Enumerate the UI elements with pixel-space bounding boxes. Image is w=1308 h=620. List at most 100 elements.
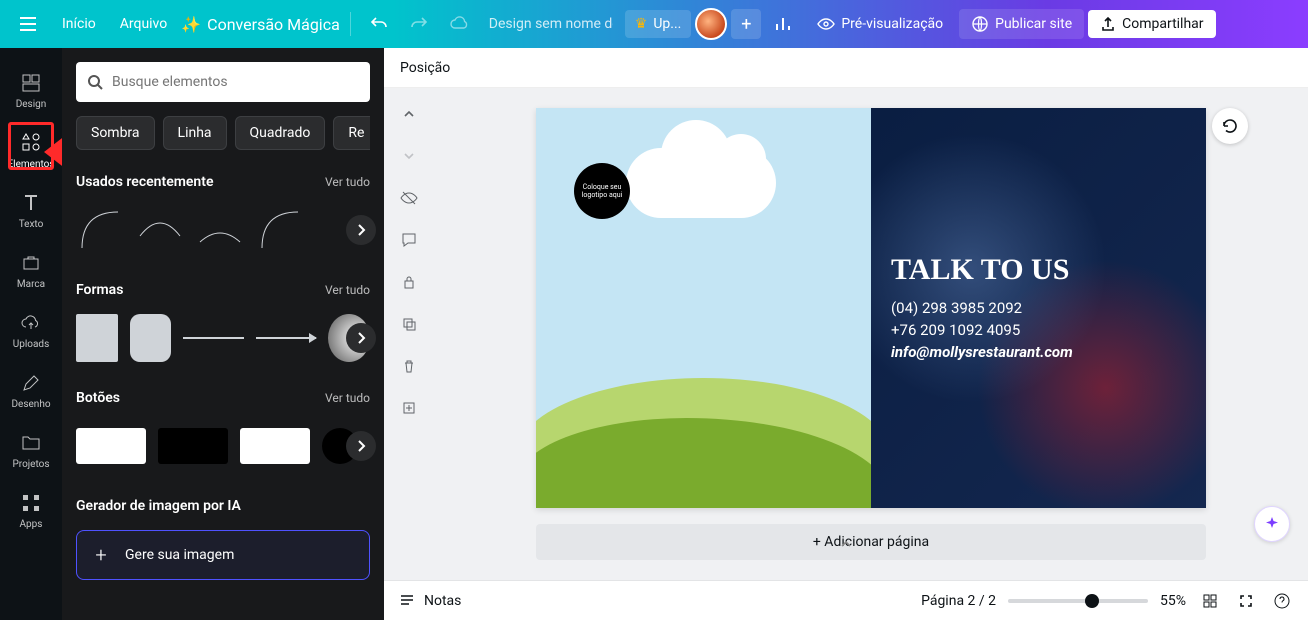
add-page-button[interactable]: + Adicionar página [536,524,1206,560]
shapes-next[interactable] [346,323,376,353]
leftnav-text-label: Texto [19,219,44,230]
leftnav-uploads[interactable]: Uploads [0,300,62,360]
leftnav-apps-label: Apps [20,519,43,530]
email[interactable]: info@mollysrestaurant.com [891,343,1073,361]
chevron-right-icon [354,223,368,237]
chevron-right-icon [354,439,368,453]
shape-square[interactable] [76,314,118,362]
arc-element-4[interactable] [256,206,304,254]
shapes-see-all[interactable]: Ver tudo [325,283,370,297]
magic-conversion[interactable]: ✨ Conversão Mágica [181,15,340,34]
button-black[interactable] [158,428,228,464]
chip-quadrado[interactable]: Quadrado [235,116,326,150]
undo-button[interactable] [361,6,397,42]
refresh-button[interactable] [1212,108,1248,144]
chip-sombra[interactable]: Sombra [76,116,155,150]
preview-button[interactable]: Pré-visualização [805,9,955,39]
redo-button[interactable] [401,6,437,42]
generate-image-card[interactable]: + Gere sua imagem [76,530,370,580]
buttons-heading: Botões [76,390,120,406]
analytics-icon[interactable] [765,6,801,42]
chip-linha[interactable]: Linha [163,116,227,150]
logo-placeholder[interactable]: Coloque seu logotipo aqui [574,163,630,219]
chevron-right-icon [354,331,368,345]
fullscreen-icon[interactable] [1234,589,1258,613]
notes-icon [398,592,416,610]
comment-icon[interactable] [397,228,421,252]
lock-icon[interactable] [397,270,421,294]
grid-view-icon[interactable] [1198,589,1222,613]
publish-button[interactable]: Publicar site [959,9,1084,39]
button-white-2[interactable] [240,428,310,464]
upload-icon [1100,16,1116,32]
shape-arrow[interactable] [256,337,317,339]
buttons-see-all[interactable]: Ver tudo [325,391,370,405]
cloud-sync-icon[interactable] [441,6,477,42]
magic-assistant-button[interactable] [1254,506,1290,542]
recent-next[interactable] [346,215,376,245]
shape-line[interactable] [183,337,244,339]
visibility-icon[interactable] [397,186,421,210]
globe-icon [971,15,989,33]
expand-timeline[interactable] [838,536,854,552]
search-elements[interactable] [76,62,370,102]
page-up-icon[interactable] [397,102,421,126]
share-label: Compartilhar [1122,16,1203,32]
folder-icon [19,431,43,455]
leftnav-design[interactable]: Design [0,60,62,120]
page-down-icon[interactable] [397,144,421,168]
leftnav-projects[interactable]: Projetos [0,420,62,480]
arc-element-1[interactable] [76,206,124,254]
add-collaborator-button[interactable]: + [731,9,761,39]
leftnav-brand[interactable]: Marca [0,240,62,300]
arc-element-3[interactable] [196,206,244,254]
leftnav-projects-label: Projetos [12,459,49,470]
arc-element-2[interactable] [136,206,184,254]
leftnav-draw[interactable]: Desenho [0,360,62,420]
crown-icon: ♛ [635,16,648,32]
share-button[interactable]: Compartilhar [1088,10,1215,38]
phone-2[interactable]: +76 209 1092 4095 [891,321,1073,339]
text-icon [19,191,43,215]
canvas-page[interactable]: Coloque seu logotipo aqui TALK TO US (04… [536,108,1206,508]
chip-more[interactable]: Re [333,116,370,150]
leftnav-text[interactable]: Texto [0,180,62,240]
upgrade-button[interactable]: ♛ Up... [625,10,692,38]
recent-heading: Usados recentemente [76,174,213,190]
phone-1[interactable]: (04) 298 3985 2092 [891,299,1073,317]
help-icon[interactable] [1270,589,1294,613]
hamburger-menu[interactable] [8,4,48,44]
add-page-icon[interactable] [397,396,421,420]
position-menu[interactable]: Posição [400,60,450,76]
leftnav-uploads-label: Uploads [13,339,49,350]
duplicate-icon[interactable] [397,312,421,336]
delete-icon[interactable] [397,354,421,378]
leftnav-apps[interactable]: Apps [0,480,62,540]
preview-label: Pré-visualização [841,16,943,32]
zoom-slider[interactable] [1008,599,1148,603]
refresh-icon [1221,117,1239,135]
file-menu[interactable]: Arquivo [110,8,178,40]
button-white[interactable] [76,428,146,464]
magic-label: Conversão Mágica [207,15,340,34]
eye-icon [817,15,835,33]
cloud-graphic [626,148,776,218]
chevron-up-icon [838,536,854,552]
page-indicator[interactable]: Página 2 / 2 [921,593,996,609]
shape-rounded-square[interactable] [130,314,172,362]
talk-title[interactable]: TALK TO US [891,253,1073,287]
brand-icon [19,251,43,275]
search-input[interactable] [112,74,360,90]
buttons-next[interactable] [346,431,376,461]
leftnav-design-label: Design [16,99,47,110]
generate-cta-label: Gere sua imagem [125,547,234,563]
design-name-input[interactable] [481,8,621,40]
apps-icon [19,491,43,515]
sparkle-icon: ✨ [181,15,201,34]
ai-gen-heading: Gerador de imagem por IA [76,498,241,514]
home-link[interactable]: Início [52,8,106,40]
zoom-value[interactable]: 55% [1160,593,1186,609]
notes-button[interactable]: Notas [398,592,461,610]
user-avatar[interactable] [695,8,727,40]
recent-see-all[interactable]: Ver tudo [325,175,370,189]
